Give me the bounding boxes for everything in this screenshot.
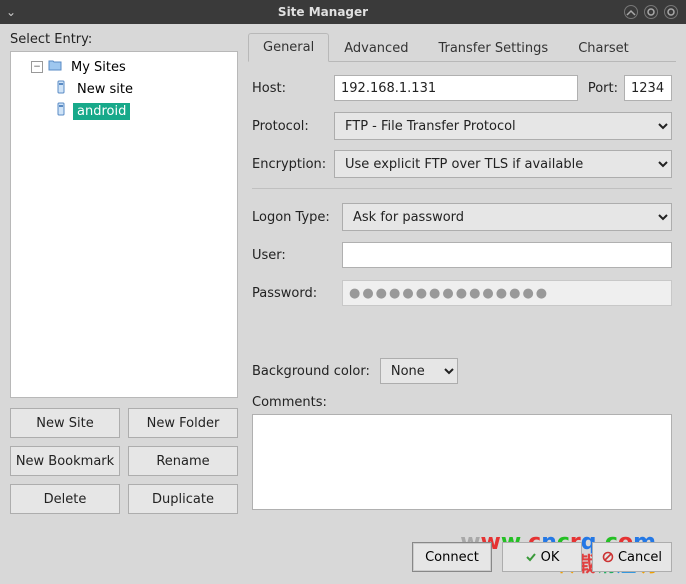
tree-item-android[interactable]: android: [13, 100, 235, 122]
ok-button[interactable]: OK: [502, 542, 582, 572]
rename-button[interactable]: Rename: [128, 446, 238, 476]
host-input[interactable]: [334, 75, 578, 101]
titlebar: ⌄ Site Manager: [0, 0, 686, 24]
server-icon: [53, 79, 69, 99]
duplicate-button[interactable]: Duplicate: [128, 484, 238, 514]
comments-textarea[interactable]: [252, 414, 672, 510]
password-input[interactable]: [342, 280, 672, 306]
close-button[interactable]: [664, 5, 678, 19]
new-site-button[interactable]: New Site: [10, 408, 120, 438]
cancel-button-label: Cancel: [618, 550, 662, 565]
tab-advanced[interactable]: Advanced: [329, 34, 423, 62]
new-folder-button[interactable]: New Folder: [128, 408, 238, 438]
window-title: Site Manager: [22, 5, 624, 19]
user-input[interactable]: [342, 242, 672, 268]
minimize-button[interactable]: [624, 5, 638, 19]
tree-item-label: New site: [73, 81, 137, 98]
tree-item-new-site[interactable]: New site: [13, 78, 235, 100]
server-icon: [53, 101, 69, 121]
protocol-label: Protocol:: [252, 119, 334, 134]
user-label: User:: [252, 248, 342, 263]
encryption-select[interactable]: Use explicit FTP over TLS if available: [334, 150, 672, 178]
encryption-label: Encryption:: [252, 157, 334, 172]
tabstrip: General Advanced Transfer Settings Chars…: [248, 32, 676, 62]
port-input[interactable]: [624, 75, 672, 101]
new-bookmark-button[interactable]: New Bookmark: [10, 446, 120, 476]
site-tree[interactable]: − My Sites New site android: [10, 51, 238, 398]
connect-button[interactable]: Connect: [412, 542, 492, 572]
delete-button[interactable]: Delete: [10, 484, 120, 514]
background-color-select[interactable]: None: [380, 358, 458, 384]
tree-root-row[interactable]: − My Sites: [13, 56, 235, 78]
ok-button-label: OK: [541, 550, 560, 565]
cancel-button[interactable]: Cancel: [592, 542, 672, 572]
tab-transfer-settings[interactable]: Transfer Settings: [423, 34, 563, 62]
logon-type-label: Logon Type:: [252, 210, 342, 225]
cancel-icon: [602, 551, 614, 563]
tree-root-label: My Sites: [67, 59, 130, 76]
separator: [252, 188, 672, 189]
protocol-select[interactable]: FTP - File Transfer Protocol: [334, 112, 672, 140]
expander-icon[interactable]: −: [31, 61, 43, 73]
maximize-button[interactable]: [644, 5, 658, 19]
tab-panel-general: Host: Port: Protocol: FTP - File Transfe…: [248, 62, 676, 514]
password-label: Password:: [252, 286, 342, 301]
tab-general[interactable]: General: [248, 33, 329, 62]
comments-label: Comments:: [252, 395, 672, 410]
folder-icon: [47, 57, 63, 77]
tab-charset[interactable]: Charset: [563, 34, 644, 62]
host-label: Host:: [252, 81, 334, 96]
port-label: Port:: [588, 81, 618, 96]
app-menu-caret[interactable]: ⌄: [0, 5, 22, 19]
check-icon: [525, 551, 537, 563]
tree-item-label: android: [73, 103, 130, 120]
select-entry-label: Select Entry:: [10, 32, 238, 47]
logon-type-select[interactable]: Ask for password: [342, 203, 672, 231]
background-color-label: Background color:: [252, 364, 370, 379]
